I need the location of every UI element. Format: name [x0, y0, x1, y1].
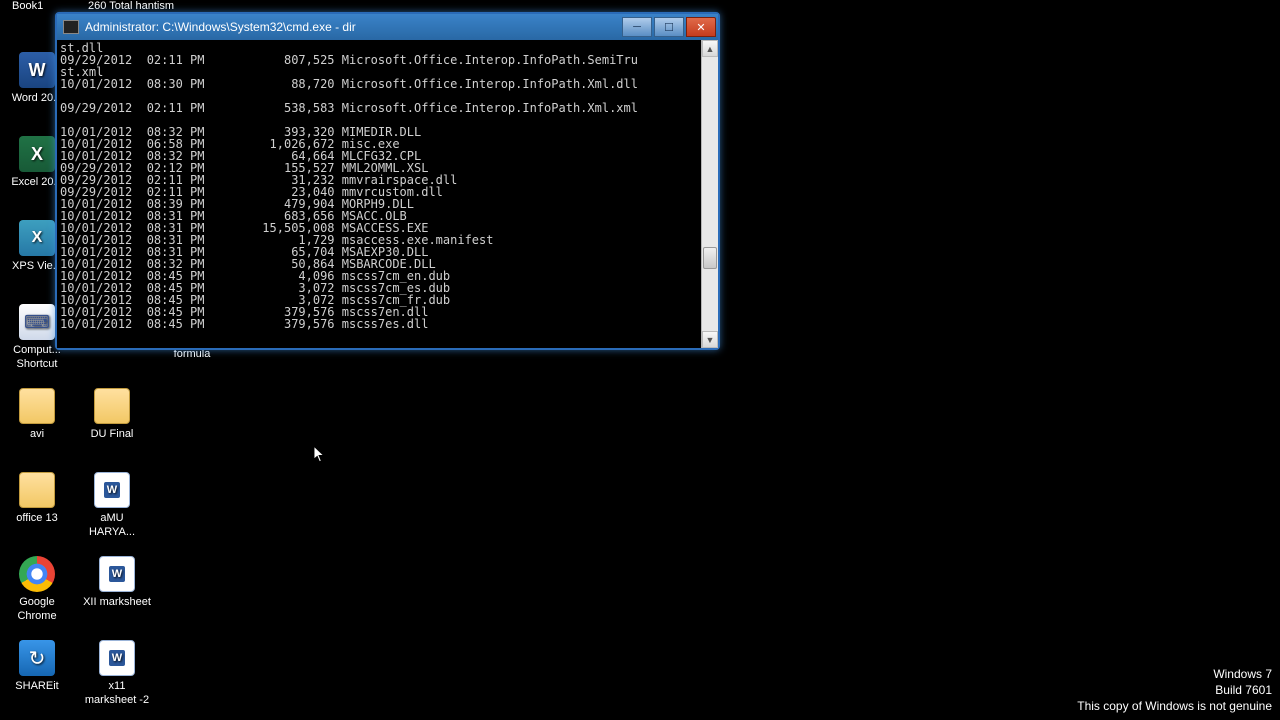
- folder-icon: [94, 388, 130, 424]
- icon-label: avi: [30, 427, 44, 441]
- shortcut-icon: [19, 304, 55, 340]
- partial-icon-label2: 260 Total hantism: [88, 0, 174, 12]
- desktop-icon-office13[interactable]: office 13: [3, 472, 71, 525]
- desktop-icon-avi[interactable]: avi: [3, 388, 71, 441]
- word-icon: [19, 52, 55, 88]
- icon-label: Comput... Shortcut: [13, 343, 61, 371]
- icon-label: office 13: [16, 511, 57, 525]
- scroll-thumb[interactable]: [703, 247, 717, 269]
- minimize-button[interactable]: ─: [622, 17, 652, 37]
- icon-label: SHAREit: [15, 679, 58, 693]
- cmd-window[interactable]: Administrator: C:\Windows\System32\cmd.e…: [55, 12, 720, 350]
- scroll-track[interactable]: [702, 57, 718, 331]
- shareit-icon: [19, 640, 55, 676]
- close-button[interactable]: ✕: [686, 17, 716, 37]
- desktop-icon-x11marksheet[interactable]: x11 marksheet -2: [78, 640, 156, 707]
- desktop-icon-xiimarksheet[interactable]: XII marksheet: [78, 556, 156, 609]
- scroll-up-button[interactable]: ▲: [702, 40, 718, 57]
- watermark-line3: This copy of Windows is not genuine: [1077, 698, 1272, 714]
- watermark-line1: Windows 7: [1077, 666, 1272, 682]
- windows-watermark: Windows 7 Build 7601 This copy of Window…: [1077, 666, 1272, 714]
- folder-icon: [19, 388, 55, 424]
- cmd-body: st.dll 09/29/2012 02:11 PM 807,525 Micro…: [57, 40, 718, 348]
- worddoc-icon: [99, 640, 135, 676]
- icon-label: DU Final: [91, 427, 134, 441]
- mouse-cursor-icon: [314, 446, 325, 463]
- desktop-icon-chrome[interactable]: Google Chrome: [3, 556, 71, 623]
- partial-icon-label: Book1: [12, 0, 43, 12]
- vertical-scrollbar[interactable]: ▲ ▼: [701, 40, 718, 348]
- excel-icon: [19, 136, 55, 172]
- watermark-line2: Build 7601: [1077, 682, 1272, 698]
- xps-icon: [19, 220, 55, 256]
- titlebar[interactable]: Administrator: C:\Windows\System32\cmd.e…: [57, 14, 718, 40]
- desktop-icon-shareit[interactable]: SHAREit: [3, 640, 71, 693]
- worddoc-icon: [94, 472, 130, 508]
- cmd-output[interactable]: st.dll 09/29/2012 02:11 PM 807,525 Micro…: [57, 40, 701, 348]
- scroll-down-button[interactable]: ▼: [702, 331, 718, 348]
- icon-label: aMU HARYA...: [89, 511, 135, 539]
- chrome-icon: [19, 556, 55, 592]
- maximize-button[interactable]: ☐: [654, 17, 684, 37]
- worddoc-icon: [99, 556, 135, 592]
- folder-icon: [19, 472, 55, 508]
- icon-label: Google Chrome: [17, 595, 56, 623]
- cmd-icon: [63, 20, 79, 34]
- window-title: Administrator: C:\Windows\System32\cmd.e…: [85, 20, 356, 34]
- desktop-icon-dufinal[interactable]: DU Final: [78, 388, 146, 441]
- desktop-icon-amu[interactable]: aMU HARYA...: [78, 472, 146, 539]
- icon-label: x11 marksheet -2: [85, 679, 149, 707]
- icon-label: XII marksheet: [83, 595, 151, 609]
